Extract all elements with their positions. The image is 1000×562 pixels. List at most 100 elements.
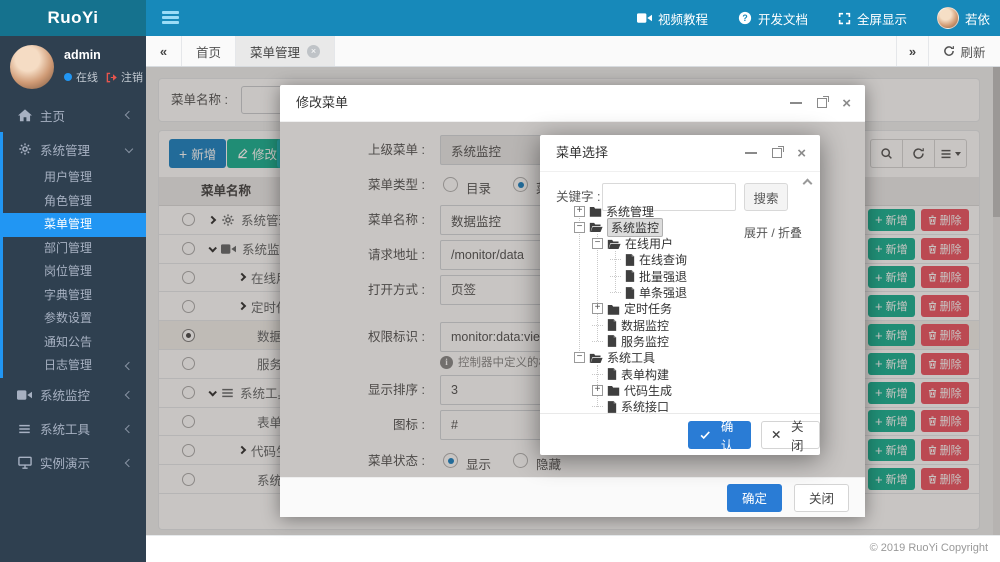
tree-expander-minus-icon[interactable]: − (574, 222, 585, 233)
close-button[interactable]: 关闭 (761, 421, 820, 449)
sidebar-group-0: 主页 (0, 98, 146, 132)
sidebar-item-1[interactable]: 系统管理 (3, 132, 146, 166)
folder-closed (607, 384, 620, 396)
tree-node[interactable]: 在线查询 (610, 252, 687, 268)
tree-node-label[interactable]: 单条强退 (639, 284, 687, 301)
confirm-button[interactable]: 确认 (688, 421, 751, 449)
close-icon[interactable]: × (797, 146, 806, 161)
sidebar-subitem-1-1[interactable]: 角色管理 (3, 190, 146, 214)
home-icon (17, 109, 32, 122)
sidebar-item-label: 系统管理 (40, 140, 90, 159)
close-icon[interactable]: × (842, 96, 851, 111)
help-icon: ? (738, 11, 752, 25)
tree-expander-plus-icon[interactable]: + (592, 303, 603, 314)
chevron-down-icon (125, 145, 133, 153)
minimize-icon[interactable] (790, 102, 802, 104)
tree-expander-plus-icon[interactable]: + (592, 385, 603, 396)
maximize-icon[interactable] (817, 98, 827, 108)
tree-node[interactable]: + 系统管理 (574, 203, 654, 219)
sidebar-item-4[interactable]: 实例演示 (0, 446, 146, 480)
tree-node-label[interactable]: 系统工具 (607, 349, 655, 366)
tree-node[interactable]: + 代码生成 (592, 382, 672, 398)
topnav-link-0[interactable]: 视频教程 (637, 9, 708, 28)
tree-node[interactable]: 数据监控 (592, 317, 669, 333)
tree-node[interactable]: − 系统监控 (574, 219, 663, 235)
tree-node[interactable]: 批量强退 (610, 268, 687, 284)
tree-node-label[interactable]: 数据监控 (621, 317, 669, 334)
tab-close-icon[interactable]: × (307, 45, 320, 58)
tree-node-label[interactable]: 系统管理 (606, 203, 654, 220)
tree-node[interactable]: 单条强退 (610, 285, 687, 301)
close-button[interactable]: 关闭 (794, 484, 849, 512)
tree-node-label[interactable]: 代码生成 (624, 382, 672, 399)
sidebar-subitem-1-8[interactable]: 日志管理 (3, 354, 146, 378)
sidebar-group-3: 系统工具 (0, 412, 146, 446)
tree-node[interactable]: 服务监控 (592, 333, 669, 349)
sidebar-toggle-icon[interactable] (162, 11, 179, 25)
sidebar-group-4: 实例演示 (0, 446, 146, 480)
chevron-left-icon (125, 362, 133, 370)
scroll-up-icon[interactable] (803, 179, 813, 189)
tree-node[interactable]: − 在线用户 (592, 236, 673, 252)
avatar[interactable] (10, 45, 54, 89)
tree-node-label[interactable]: 批量强退 (639, 268, 687, 285)
topnav-link-2[interactable]: 全屏显示 (838, 9, 907, 28)
sidebar-item-label: 系统监控 (40, 385, 90, 404)
sidebar-subitem-1-0[interactable]: 用户管理 (3, 166, 146, 190)
sidebar-item-3[interactable]: 系统工具 (0, 412, 146, 446)
tree-node-label[interactable]: 在线用户 (625, 235, 673, 252)
folder-closed (589, 205, 602, 217)
folder-open (589, 352, 603, 364)
sidebar-subitem-1-5[interactable]: 字典管理 (3, 284, 146, 308)
topnav-label: 全屏显示 (857, 9, 907, 28)
tree-node-label[interactable]: 定时任务 (624, 300, 672, 317)
minimize-icon[interactable] (745, 152, 757, 154)
tree-expander-plus-icon[interactable]: + (574, 206, 585, 217)
online-status: 在线 (76, 69, 98, 85)
modal-title: 修改菜单 (296, 95, 348, 110)
file-icon (607, 335, 617, 347)
tree-node-label[interactable]: 表单构建 (621, 366, 669, 383)
tree-node-label[interactable]: 在线查询 (639, 251, 687, 268)
search-button[interactable]: 搜索 (744, 183, 788, 211)
tree-node[interactable]: 表单构建 (592, 366, 669, 382)
avatar (937, 7, 959, 29)
tab-0[interactable]: 首页 (182, 36, 236, 66)
sidebar-subitem-1-7[interactable]: 通知公告 (3, 331, 146, 355)
tree-node-label[interactable]: 服务监控 (621, 333, 669, 350)
tree-node[interactable]: 系统接口 (592, 399, 669, 413)
topnav-link-1[interactable]: ?开发文档 (738, 9, 808, 28)
tree-node[interactable]: − 系统工具 (574, 350, 655, 366)
sidebar-item-0[interactable]: 主页 (0, 98, 146, 132)
refresh-tab-button[interactable]: 刷新 (928, 36, 1000, 66)
confirm-button[interactable]: 确定 (727, 484, 782, 512)
tab-1[interactable]: 菜单管理× (236, 36, 335, 66)
file-icon (607, 319, 617, 331)
topbar: RuoYi 视频教程 ?开发文档 全屏显示 若依 (0, 0, 1000, 36)
sidebar-subitem-1-2[interactable]: 菜单管理 (3, 213, 146, 237)
sidebar-subitem-1-4[interactable]: 岗位管理 (3, 260, 146, 284)
sidebar-item-2[interactable]: 系统监控 (0, 378, 146, 412)
user-menu[interactable]: 若依 (937, 7, 990, 29)
app-logo: RuoYi (0, 0, 146, 36)
tree-line (592, 406, 603, 407)
tabs-scroll-left-icon[interactable]: « (146, 36, 182, 66)
maximize-icon[interactable] (772, 148, 782, 158)
sidebar: admin 在线 注销 主页系统管理用户管理角色管理菜单管理部门管理岗位管理字典… (0, 36, 146, 562)
sidebar-subitem-1-6[interactable]: 参数设置 (3, 307, 146, 331)
folder-open (607, 238, 621, 250)
tree-node-label[interactable]: 系统接口 (621, 398, 669, 413)
modal-title: 菜单选择 (556, 145, 608, 160)
tree-line (592, 325, 603, 326)
sidebar-subitem-1-3[interactable]: 部门管理 (3, 237, 146, 261)
tree-expander-minus-icon[interactable]: − (592, 238, 603, 249)
sidebar-item-label: 主页 (40, 106, 65, 125)
tabs-scroll-right-icon[interactable]: » (896, 36, 928, 66)
tool-icon (17, 423, 32, 435)
logout-link[interactable]: 注销 (121, 69, 143, 85)
tree-expander-minus-icon[interactable]: − (574, 352, 585, 363)
tree-node[interactable]: + 定时任务 (592, 301, 672, 317)
tree-line (592, 341, 603, 342)
tree-node-label[interactable]: 系统监控 (607, 218, 663, 237)
expand-collapse-link[interactable]: 展开 / 折叠 (744, 224, 802, 241)
